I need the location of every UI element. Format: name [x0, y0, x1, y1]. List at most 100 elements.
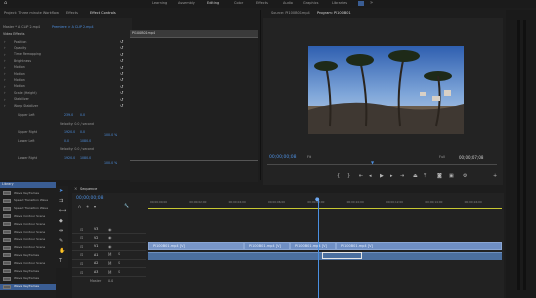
track-lock-icon[interactable]: ⊡	[80, 244, 83, 249]
track-visibility-icon[interactable]: ◉	[108, 244, 112, 249]
timeline-close-icon[interactable]: ×	[74, 187, 77, 191]
effect-row[interactable]: › Motion ↺	[0, 84, 130, 90]
mark-in-icon[interactable]: {	[337, 174, 340, 179]
menu-item-audio[interactable]: Audio	[283, 1, 293, 6]
track-area[interactable]: Pl100B01.mp4 [V] Pl100B01.mp4 [V] Pl100B…	[148, 198, 502, 298]
reset-icon[interactable]: ↺	[120, 46, 123, 50]
export-frame-icon[interactable]: ◙	[437, 174, 442, 179]
effect-row[interactable]: › Stabilizer ↺	[0, 97, 130, 103]
track-select-icon[interactable]: ⇉	[59, 199, 63, 204]
slip-tool-icon[interactable]: ⇹	[59, 229, 63, 234]
transform-param-value-x[interactable]: 0.0	[64, 139, 69, 143]
extract-icon[interactable]: ⤒	[424, 174, 426, 179]
program-scrubber[interactable]	[267, 164, 497, 165]
timeline-timecode[interactable]: 00;00;00;08	[76, 196, 103, 202]
menu-more[interactable]: »	[370, 1, 373, 6]
library-item[interactable]: Wave Contour Scene	[0, 213, 56, 219]
mark-out-icon[interactable]: }	[347, 174, 350, 179]
track-header[interactable]: ⊡ V3 ◉	[72, 226, 146, 234]
library-item[interactable]: Wave Keyframes	[0, 252, 56, 258]
reset-icon[interactable]: ↺	[120, 59, 123, 63]
effect-row-toggle-icon[interactable]: ›	[4, 40, 6, 44]
step-forward-icon[interactable]: ▸	[390, 174, 393, 179]
timeline-ruler[interactable]: 00;00;00;00 00;00;02;00 00;00;04;00 00;00;0…	[148, 200, 502, 209]
menu-item-assembly[interactable]: Assembly	[178, 1, 195, 6]
effect-row[interactable]: › Brightness ↺	[0, 59, 130, 64]
razor-tool-icon[interactable]: ◆	[59, 219, 63, 224]
transform-param-value-y[interactable]: 1080.0	[80, 156, 91, 160]
reset-icon[interactable]: ↺	[120, 40, 123, 44]
track-lock-icon[interactable]: ⊡	[80, 227, 83, 232]
compare-icon[interactable]: ▣	[449, 174, 454, 179]
track-header[interactable]: ⊡ V2 ◉	[72, 235, 146, 243]
track-header[interactable]: ⊡ A1 M S	[72, 252, 146, 260]
pen-tool-icon[interactable]: ✎	[59, 239, 63, 244]
effect-row[interactable]: › Motion ↺	[0, 65, 130, 71]
effect-row[interactable]: › Time Remapping ↺	[0, 52, 130, 58]
hand-tool-icon[interactable]: ✋	[59, 249, 65, 254]
effect-row-toggle-icon[interactable]: ›	[4, 46, 6, 50]
program-playhead-icon[interactable]: ▼	[371, 161, 374, 165]
go-to-out-icon[interactable]: ⇥	[400, 174, 404, 179]
track-solo-icon[interactable]: S	[118, 270, 120, 275]
menu-item-editing[interactable]: Editing	[207, 1, 219, 6]
reset-icon[interactable]: ↺	[120, 97, 123, 102]
transform-param-value-x[interactable]: 1920.0	[64, 156, 75, 160]
library-item[interactable]: Speed Transition Wave	[0, 206, 56, 212]
effect-row-toggle-icon[interactable]: ›	[4, 59, 6, 63]
add-marker-icon[interactable]: ▾	[94, 205, 96, 209]
program-video-frame[interactable]	[308, 46, 464, 134]
library-item[interactable]: Wave Contour Scene	[0, 237, 56, 243]
timeline-clip-4[interactable]: Pl100B01.mp4 [V]	[336, 242, 502, 250]
library-item[interactable]: Wave Keyframes	[0, 276, 56, 282]
library-item[interactable]: Wave Contour Scene	[0, 245, 56, 251]
track-lock-icon[interactable]: ⊡	[80, 270, 83, 275]
menu-item-libraries[interactable]: Libraries	[332, 1, 347, 6]
track-visibility-icon[interactable]: ◉	[108, 227, 112, 232]
program-timecode-left[interactable]: 00;00;00;08	[269, 155, 296, 161]
track-header[interactable]: ⊡ V1 ◉	[72, 243, 146, 252]
library-item[interactable]: Wave Keyframes	[0, 190, 56, 196]
ripple-edit-icon[interactable]: ⟷	[59, 209, 66, 214]
timeline-sequence-tab[interactable]: Sequence	[80, 187, 97, 192]
track-visibility-icon[interactable]: M	[108, 253, 111, 257]
program-fit-dropdown[interactable]: Fit	[307, 155, 311, 160]
step-back-icon[interactable]: ◂	[369, 174, 372, 179]
master-track-value[interactable]: 0.0	[108, 279, 113, 283]
transform-param-value-x[interactable]: 1920.0	[64, 130, 75, 134]
add-button-icon[interactable]: +	[493, 174, 497, 179]
tab-effect-controls[interactable]: Effect Controls	[90, 11, 116, 16]
track-visibility-icon[interactable]: M	[108, 270, 111, 275]
master-clip-label[interactable]: Master * A CLIP 2.mp4	[3, 25, 40, 29]
timeline-clip-3[interactable]: Pl100B01.mp4 [V]	[290, 242, 336, 250]
effect-row[interactable]: › Opacity ↺	[0, 46, 130, 51]
play-icon[interactable]: ▶	[380, 174, 384, 179]
library-item[interactable]: Wave Keyframes	[0, 268, 56, 274]
effect-row[interactable]: › Motion ↺	[0, 72, 130, 77]
reset-icon[interactable]: ↺	[120, 84, 123, 89]
wrench-icon[interactable]: 🔧	[124, 204, 129, 208]
menu-item-learning[interactable]: Learning	[152, 1, 167, 6]
transform-param-value-y[interactable]: 1080.0	[80, 139, 91, 143]
go-to-in-icon[interactable]: ⇤	[359, 174, 363, 179]
track-lock-icon[interactable]: ⊡	[80, 261, 83, 266]
reset-icon[interactable]: ↺	[120, 65, 123, 70]
effect-row[interactable]: › Warp Stabilizer ↺	[0, 104, 130, 109]
effect-row-toggle-icon[interactable]: ›	[4, 84, 6, 89]
track-lock-icon[interactable]: ⊡	[80, 253, 83, 257]
effect-row-toggle-icon[interactable]: ›	[4, 104, 6, 108]
effect-row[interactable]: › Motion ↺	[0, 78, 130, 83]
reset-icon[interactable]: ↺	[120, 91, 123, 95]
tab-project[interactable]: Project: Three minute Workflow	[4, 11, 59, 16]
track-lock-icon[interactable]: ⊡	[80, 236, 83, 240]
library-item[interactable]: Wave Contour Scene	[0, 229, 56, 235]
tab-source[interactable]: Source: Pl100B01mp4	[271, 11, 310, 16]
track-solo-icon[interactable]: S	[118, 261, 120, 266]
percent-value-2[interactable]: 100.0 %	[104, 161, 117, 165]
tab-effects[interactable]: Effects	[66, 11, 78, 16]
library-item[interactable]: Speed Transition Wave	[0, 198, 56, 204]
effect-row-toggle-icon[interactable]: ›	[4, 97, 6, 102]
percent-value-1[interactable]: 100.0 %	[104, 133, 117, 137]
effect-row-toggle-icon[interactable]: ›	[4, 78, 6, 82]
effect-row[interactable]: › Scale (Height) ↺	[0, 91, 130, 96]
